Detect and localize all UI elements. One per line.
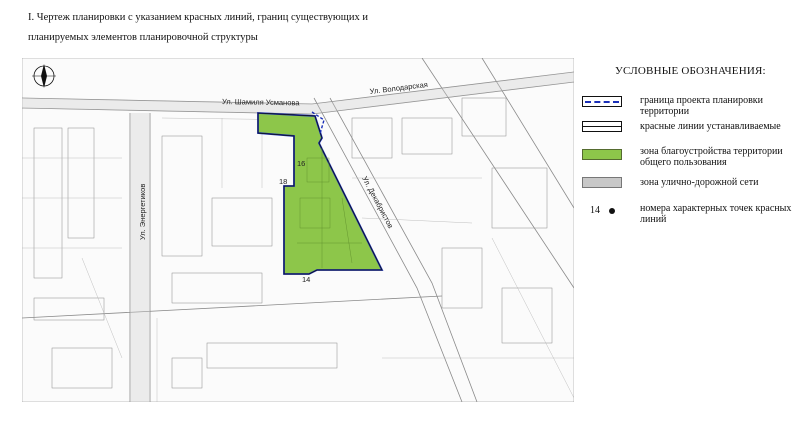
drawing-title-line-2: планируемых элементов планировочной стру… — [28, 32, 258, 43]
legend-label-road-zone: зона улично-дорожной сети — [640, 177, 759, 188]
planning-map: Ул. Шамиля Усманова Ул. Володарская Ул. … — [22, 58, 574, 402]
point-label: 14 — [302, 275, 310, 284]
legend-title: УСЛОВНЫЕ ОБОЗНАЧЕНИЯ: — [615, 65, 766, 77]
legend-label-red-lines: красные линии устанавливаемые — [640, 121, 781, 132]
legend-point-dot-icon — [609, 208, 615, 214]
legend-label-boundary: граница проекта планировки территории — [640, 95, 764, 117]
legend-swatch-boundary — [582, 96, 622, 107]
legend-label-points: номера характерных точек красных линий — [640, 203, 792, 225]
drawing-title-line-1: I. Чертеж планировки с указанием красных… — [28, 12, 368, 23]
point-label: 18 — [279, 177, 287, 186]
legend-swatch-road-zone — [582, 177, 622, 188]
legend-label-public-zone: зона благоустройства территории общего п… — [640, 146, 783, 168]
street-label-energetikov: Ул. Энергетиков — [138, 184, 147, 240]
legend-swatch-red-lines — [582, 121, 622, 132]
legend-point-number: 14 — [590, 205, 600, 216]
legend-swatch-public-zone — [582, 149, 622, 160]
point-label: 16 — [297, 159, 305, 168]
street-label-usmanova: Ул. Шамиля Усманова — [222, 97, 300, 107]
